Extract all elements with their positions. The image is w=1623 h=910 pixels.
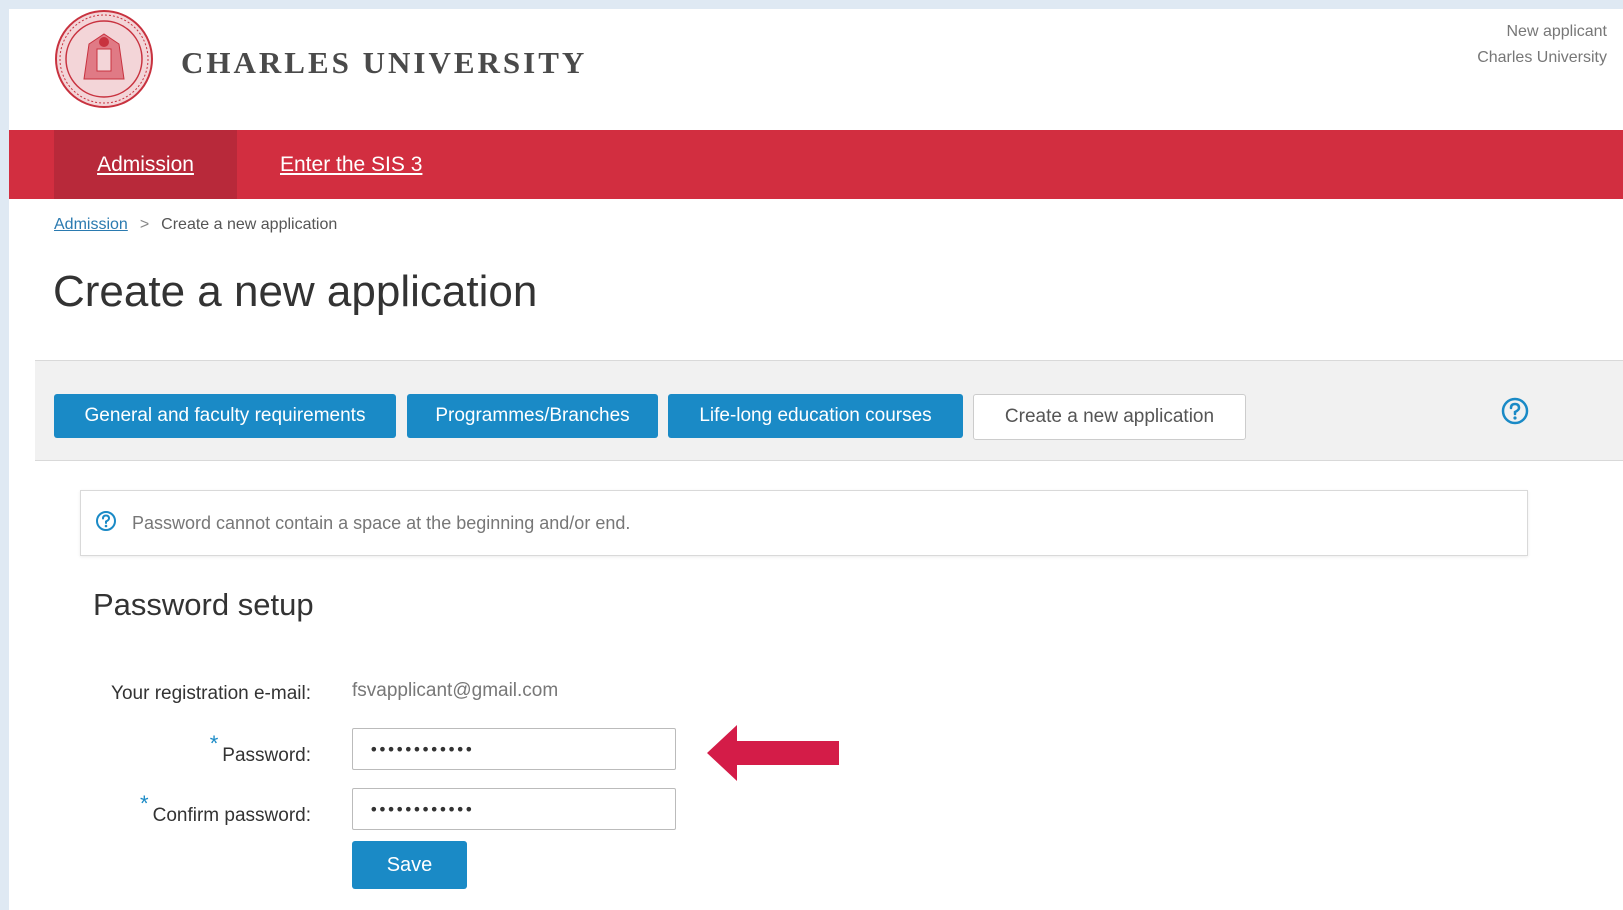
info-text: Password cannot contain a space at the b… [132, 513, 631, 533]
save-button[interactable]: Save [352, 841, 467, 889]
nav-item-admission[interactable]: Admission [54, 130, 237, 199]
password-label: * Password: [210, 731, 311, 767]
email-value: fsvapplicant@gmail.com [352, 680, 559, 701]
breadcrumb-admission-link[interactable]: Admission [54, 216, 128, 233]
user-org: Charles University [1477, 49, 1607, 66]
page-title: Create a new application [53, 267, 538, 316]
nav-item-sis[interactable]: Enter the SIS 3 [280, 130, 422, 199]
tab-programmes[interactable]: Programmes/Branches [407, 394, 658, 438]
confirm-label-text: Confirm password: [152, 805, 311, 826]
user-role[interactable]: New applicant [1477, 19, 1608, 45]
required-marker: * [140, 791, 149, 816]
brand-name: CHARLES UNIVERSITY [181, 45, 588, 80]
password-label-text: Password: [222, 745, 311, 766]
breadcrumb: Admission > Create a new application [54, 216, 337, 234]
confirm-password-label: * Confirm password: [140, 791, 311, 827]
tab-lifelong-courses[interactable]: Life-long education courses [668, 394, 963, 438]
section-title: Password setup [93, 587, 314, 622]
password-input[interactable] [352, 728, 676, 770]
email-label: Your registration e-mail: [111, 683, 311, 704]
info-alert: Password cannot contain a space at the b… [80, 490, 1528, 556]
help-circle-icon[interactable] [1501, 397, 1529, 425]
breadcrumb-current: Create a new application [161, 216, 338, 233]
tab-general-requirements[interactable]: General and faculty requirements [54, 394, 396, 438]
page: CHARLES UNIVERSITY New applicant Charles… [9, 9, 1623, 910]
user-info: New applicant Charles University [1477, 19, 1607, 71]
tab-bar: General and faculty requirements Program… [35, 360, 1623, 461]
main-nav: Admission Enter the SIS 3 [9, 130, 1623, 199]
red-arrow-left-icon [707, 725, 839, 781]
university-seal-logo[interactable] [54, 9, 154, 109]
breadcrumb-separator: > [139, 216, 150, 233]
tab-create-application[interactable]: Create a new application [973, 394, 1246, 440]
required-marker: * [209, 731, 219, 756]
info-circle-icon [96, 511, 116, 531]
confirm-password-input[interactable] [352, 788, 676, 830]
